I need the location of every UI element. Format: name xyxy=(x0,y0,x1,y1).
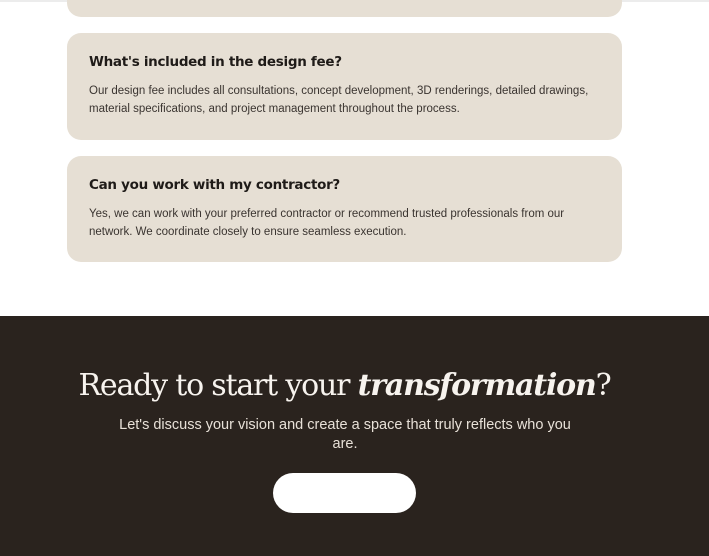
cta-subtext: Let's discuss your vision and create a s… xyxy=(119,417,571,452)
cta-heading: Ready to start your transformation? xyxy=(0,364,689,408)
cta-heading-suffix: ? xyxy=(595,368,612,403)
faq-item[interactable]: What's included in the design fee? Our d… xyxy=(67,33,622,140)
faq-question: What's included in the design fee? xyxy=(89,54,342,70)
faq-answer: Yes, we can work with your preferred con… xyxy=(89,208,565,238)
cta-section: Ready to start your transformation? Let'… xyxy=(0,316,709,556)
cta-heading-prefix: Ready to start your xyxy=(78,368,358,403)
faq-answer: Our design fee includes all consultation… xyxy=(89,85,589,115)
page-viewport: What's included in the design fee? Our d… xyxy=(0,0,709,556)
cta-heading-emphasis: transformation xyxy=(357,368,597,403)
faq-item-partial[interactable] xyxy=(67,0,622,17)
faq-item[interactable]: Can you work with my contractor? Yes, we… xyxy=(67,156,622,262)
faq-question: Can you work with my contractor? xyxy=(89,177,340,193)
cta-button[interactable] xyxy=(273,473,416,513)
